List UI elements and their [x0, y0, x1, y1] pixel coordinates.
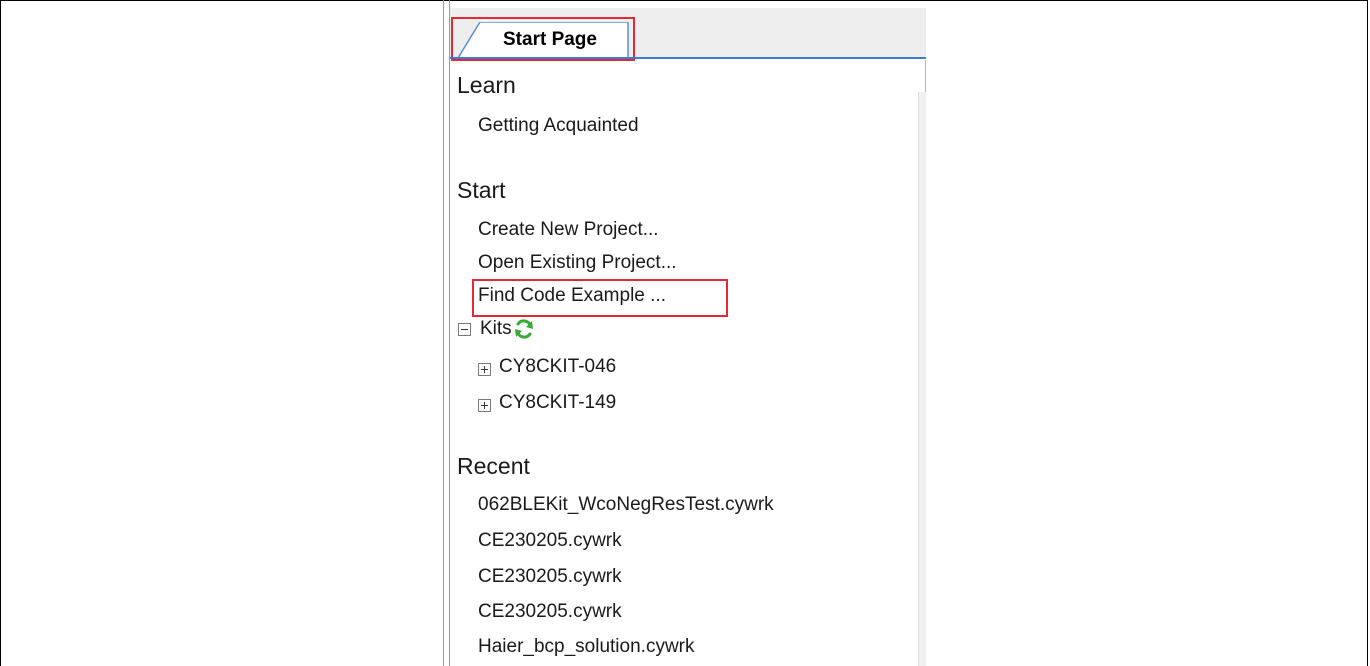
recent-item[interactable]: CE230205.cywrk: [478, 566, 622, 588]
expand-icon[interactable]: [478, 363, 491, 376]
scrollbar[interactable]: [918, 92, 926, 666]
recent-item[interactable]: CE230205.cywrk: [478, 530, 622, 552]
expand-icon[interactable]: [478, 399, 491, 412]
link-open-existing-project[interactable]: Open Existing Project...: [478, 252, 677, 274]
section-heading-start: Start: [457, 177, 506, 203]
recent-item[interactable]: Haier_bcp_solution.cywrk: [478, 636, 695, 658]
kit-item-cy8ckit-149[interactable]: CY8CKIT-149: [499, 392, 616, 414]
refresh-icon[interactable]: [513, 318, 535, 340]
panel-divider: [443, 0, 444, 666]
panel-divider: [449, 0, 450, 666]
section-heading-recent: Recent: [457, 453, 530, 479]
kits-label[interactable]: Kits: [480, 318, 512, 340]
link-getting-acquainted[interactable]: Getting Acquainted: [478, 115, 639, 137]
kits-collapse-icon[interactable]: [458, 323, 471, 336]
recent-item[interactable]: 062BLEKit_WcoNegResTest.cywrk: [478, 494, 774, 516]
section-heading-learn: Learn: [457, 72, 516, 98]
kit-item-cy8ckit-046[interactable]: CY8CKIT-046: [499, 356, 616, 378]
tab-underline: [450, 57, 926, 59]
screenshot-frame: [0, 0, 1368, 666]
recent-item[interactable]: CE230205.cywrk: [478, 601, 622, 623]
link-create-new-project[interactable]: Create New Project...: [478, 219, 659, 241]
tab-highlight-box: [451, 17, 635, 61]
find-code-example-highlight-box: [472, 279, 728, 317]
